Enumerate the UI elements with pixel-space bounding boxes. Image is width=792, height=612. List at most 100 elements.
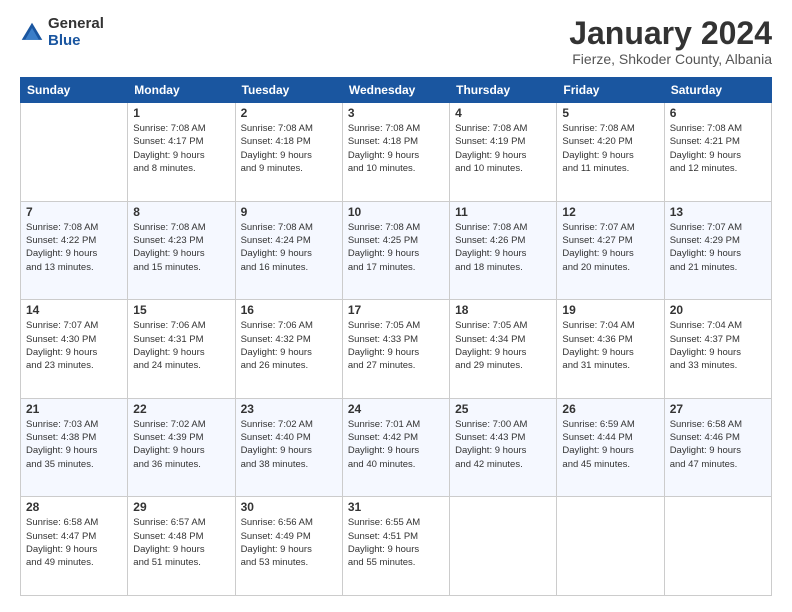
day-number: 6 (670, 106, 766, 120)
table-row: 2 Sunrise: 7:08 AMSunset: 4:18 PMDaylight… (235, 103, 342, 202)
table-row: 27 Sunrise: 6:58 AMSunset: 4:46 PMDayligh… (664, 398, 771, 497)
title-block: January 2024 Fierze, Shkoder County, Alb… (569, 16, 772, 67)
table-row: 3 Sunrise: 7:08 AMSunset: 4:18 PMDaylight… (342, 103, 449, 202)
day-info: Sunrise: 7:04 AMSunset: 4:36 PMDaylight:… (562, 319, 658, 372)
day-info: Sunrise: 7:02 AMSunset: 4:40 PMDaylight:… (241, 418, 337, 471)
day-number: 29 (133, 500, 229, 514)
table-row: 23 Sunrise: 7:02 AMSunset: 4:40 PMDayligh… (235, 398, 342, 497)
logo-general-text: General (48, 16, 104, 33)
day-number: 24 (348, 402, 444, 416)
day-number: 5 (562, 106, 658, 120)
calendar-week-row: 21 Sunrise: 7:03 AMSunset: 4:38 PMDayligh… (21, 398, 772, 497)
day-info: Sunrise: 7:08 AMSunset: 4:21 PMDaylight:… (670, 122, 766, 175)
logo-text: General Blue (48, 16, 104, 49)
col-sunday: Sunday (21, 78, 128, 103)
day-number: 9 (241, 205, 337, 219)
day-info: Sunrise: 7:06 AMSunset: 4:31 PMDaylight:… (133, 319, 229, 372)
day-info: Sunrise: 6:58 AMSunset: 4:47 PMDaylight:… (26, 516, 122, 569)
location: Fierze, Shkoder County, Albania (569, 51, 772, 67)
day-info: Sunrise: 7:08 AMSunset: 4:18 PMDaylight:… (241, 122, 337, 175)
table-row: 22Sunrise: 7:02 AMSunset: 4:39 PMDayligh… (128, 398, 235, 497)
calendar-table: Sunday Monday Tuesday Wednesday Thursday… (20, 77, 772, 596)
calendar-week-row: 7Sunrise: 7:08 AMSunset: 4:22 PMDaylight… (21, 201, 772, 300)
day-info: Sunrise: 7:08 AMSunset: 4:18 PMDaylight:… (348, 122, 444, 175)
col-friday: Friday (557, 78, 664, 103)
day-number: 18 (455, 303, 551, 317)
day-number: 30 (241, 500, 337, 514)
page: General Blue January 2024 Fierze, Shkode… (0, 0, 792, 612)
table-row: 28Sunrise: 6:58 AMSunset: 4:47 PMDayligh… (21, 497, 128, 596)
day-info: Sunrise: 7:05 AMSunset: 4:34 PMDaylight:… (455, 319, 551, 372)
table-row (557, 497, 664, 596)
col-monday: Monday (128, 78, 235, 103)
day-info: Sunrise: 7:07 AMSunset: 4:30 PMDaylight:… (26, 319, 122, 372)
day-info: Sunrise: 7:08 AMSunset: 4:26 PMDaylight:… (455, 221, 551, 274)
day-info: Sunrise: 7:08 AMSunset: 4:24 PMDaylight:… (241, 221, 337, 274)
table-row: 17 Sunrise: 7:05 AMSunset: 4:33 PMDayligh… (342, 300, 449, 399)
table-row (664, 497, 771, 596)
day-info: Sunrise: 6:58 AMSunset: 4:46 PMDaylight:… (670, 418, 766, 471)
day-info: Sunrise: 6:59 AMSunset: 4:44 PMDaylight:… (562, 418, 658, 471)
table-row: 20Sunrise: 7:04 AMSunset: 4:37 PMDayligh… (664, 300, 771, 399)
day-number: 1 (133, 106, 229, 120)
calendar-week-row: 1Sunrise: 7:08 AMSunset: 4:17 PMDaylight… (21, 103, 772, 202)
header: General Blue January 2024 Fierze, Shkode… (20, 16, 772, 67)
calendar-header-row: Sunday Monday Tuesday Wednesday Thursday… (21, 78, 772, 103)
day-info: Sunrise: 7:08 AMSunset: 4:19 PMDaylight:… (455, 122, 551, 175)
day-number: 8 (133, 205, 229, 219)
day-number: 27 (670, 402, 766, 416)
col-wednesday: Wednesday (342, 78, 449, 103)
table-row: 9 Sunrise: 7:08 AMSunset: 4:24 PMDaylight… (235, 201, 342, 300)
day-info: Sunrise: 7:08 AMSunset: 4:20 PMDaylight:… (562, 122, 658, 175)
table-row: 5 Sunrise: 7:08 AMSunset: 4:20 PMDaylight… (557, 103, 664, 202)
logo-blue-text: Blue (48, 33, 104, 50)
day-number: 10 (348, 205, 444, 219)
table-row: 21 Sunrise: 7:03 AMSunset: 4:38 PMDayligh… (21, 398, 128, 497)
table-row: 31 Sunrise: 6:55 AMSunset: 4:51 PMDayligh… (342, 497, 449, 596)
day-info: Sunrise: 7:08 AMSunset: 4:25 PMDaylight:… (348, 221, 444, 274)
day-info: Sunrise: 7:00 AMSunset: 4:43 PMDaylight:… (455, 418, 551, 471)
table-row: 19 Sunrise: 7:04 AMSunset: 4:36 PMDayligh… (557, 300, 664, 399)
table-row: 12Sunrise: 7:07 AMSunset: 4:27 PMDayligh… (557, 201, 664, 300)
table-row: 18 Sunrise: 7:05 AMSunset: 4:34 PMDayligh… (450, 300, 557, 399)
table-row: 7Sunrise: 7:08 AMSunset: 4:22 PMDaylight… (21, 201, 128, 300)
day-info: Sunrise: 7:03 AMSunset: 4:38 PMDaylight:… (26, 418, 122, 471)
table-row: 1Sunrise: 7:08 AMSunset: 4:17 PMDaylight… (128, 103, 235, 202)
calendar-week-row: 28Sunrise: 6:58 AMSunset: 4:47 PMDayligh… (21, 497, 772, 596)
calendar-week-row: 14 Sunrise: 7:07 AMSunset: 4:30 PMDayligh… (21, 300, 772, 399)
day-number: 26 (562, 402, 658, 416)
table-row: 4 Sunrise: 7:08 AMSunset: 4:19 PMDaylight… (450, 103, 557, 202)
day-number: 19 (562, 303, 658, 317)
day-number: 31 (348, 500, 444, 514)
table-row: 26 Sunrise: 6:59 AMSunset: 4:44 PMDayligh… (557, 398, 664, 497)
table-row: 16Sunrise: 7:06 AMSunset: 4:32 PMDayligh… (235, 300, 342, 399)
table-row: 10 Sunrise: 7:08 AMSunset: 4:25 PMDayligh… (342, 201, 449, 300)
day-info: Sunrise: 7:08 AMSunset: 4:23 PMDaylight:… (133, 221, 229, 274)
col-thursday: Thursday (450, 78, 557, 103)
day-info: Sunrise: 7:01 AMSunset: 4:42 PMDaylight:… (348, 418, 444, 471)
table-row: 14 Sunrise: 7:07 AMSunset: 4:30 PMDayligh… (21, 300, 128, 399)
day-number: 14 (26, 303, 122, 317)
day-info: Sunrise: 7:07 AMSunset: 4:29 PMDaylight:… (670, 221, 766, 274)
table-row: 11Sunrise: 7:08 AMSunset: 4:26 PMDayligh… (450, 201, 557, 300)
logo-icon (20, 21, 44, 45)
day-info: Sunrise: 7:06 AMSunset: 4:32 PMDaylight:… (241, 319, 337, 372)
col-tuesday: Tuesday (235, 78, 342, 103)
day-info: Sunrise: 7:02 AMSunset: 4:39 PMDaylight:… (133, 418, 229, 471)
col-saturday: Saturday (664, 78, 771, 103)
day-info: Sunrise: 6:55 AMSunset: 4:51 PMDaylight:… (348, 516, 444, 569)
logo: General Blue (20, 16, 104, 49)
day-number: 17 (348, 303, 444, 317)
day-number: 3 (348, 106, 444, 120)
day-number: 13 (670, 205, 766, 219)
month-title: January 2024 (569, 16, 772, 51)
table-row: 24 Sunrise: 7:01 AMSunset: 4:42 PMDayligh… (342, 398, 449, 497)
day-info: Sunrise: 6:57 AMSunset: 4:48 PMDaylight:… (133, 516, 229, 569)
day-number: 15 (133, 303, 229, 317)
day-number: 23 (241, 402, 337, 416)
day-number: 2 (241, 106, 337, 120)
day-number: 4 (455, 106, 551, 120)
day-info: Sunrise: 7:05 AMSunset: 4:33 PMDaylight:… (348, 319, 444, 372)
day-number: 21 (26, 402, 122, 416)
day-info: Sunrise: 7:08 AMSunset: 4:22 PMDaylight:… (26, 221, 122, 274)
